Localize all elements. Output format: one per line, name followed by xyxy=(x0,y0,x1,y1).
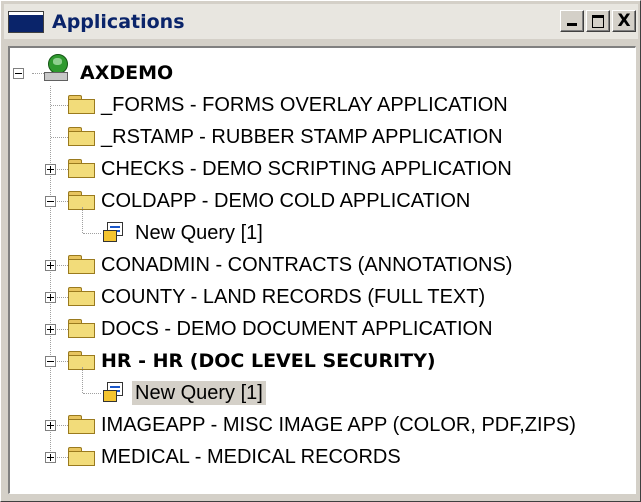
expand-toggle-medical[interactable] xyxy=(45,452,56,463)
caption-buttons: X xyxy=(558,10,636,32)
tree-connector xyxy=(51,137,68,139)
server-globe-icon xyxy=(44,54,74,82)
expand-toggle-checks[interactable] xyxy=(45,164,56,175)
tree-item-forms[interactable]: _FORMS - FORMS OVERLAY APPLICATION xyxy=(98,93,511,117)
folder-icon xyxy=(68,447,96,467)
folder-icon xyxy=(68,319,96,339)
folder-icon xyxy=(68,415,96,435)
tree-connector xyxy=(83,233,101,235)
title-bar[interactable]: Applications X xyxy=(4,4,638,39)
tree-child-new-query[interactable]: New Query [1] xyxy=(132,221,266,245)
root-collapse-toggle[interactable] xyxy=(13,68,24,79)
folder-icon xyxy=(68,127,96,147)
expand-toggle-docs[interactable] xyxy=(45,324,56,335)
tree-item-conadmin[interactable]: CONADMIN - CONTRACTS (ANNOTATIONS) xyxy=(98,253,515,277)
folder-icon xyxy=(68,159,96,179)
tree-item-rstamp[interactable]: _RSTAMP - RUBBER STAMP APPLICATION xyxy=(98,125,506,149)
expand-toggle-conadmin[interactable] xyxy=(45,260,56,271)
collapse-toggle-coldapp[interactable] xyxy=(45,196,56,207)
window-title: Applications xyxy=(52,10,185,33)
applications-tree[interactable]: AXDEMO _FORMS - FORMS OVERLAY APPLICATIO… xyxy=(8,46,636,494)
collapse-toggle-hr[interactable] xyxy=(45,356,56,367)
tree-item-medical[interactable]: MEDICAL - MEDICAL RECORDS xyxy=(98,445,404,469)
tree-item-checks[interactable]: CHECKS - DEMO SCRIPTING APPLICATION xyxy=(98,157,515,181)
tree-child-new-query[interactable]: New Query [1] xyxy=(132,381,266,405)
expand-toggle-imageapp[interactable] xyxy=(45,420,56,431)
applications-window: Applications X AXDEMO _FORMS - FORMS OVE… xyxy=(0,0,641,502)
tree-item-coldapp[interactable]: COLDAPP - DEMO COLD APPLICATION xyxy=(98,189,473,213)
folder-icon xyxy=(68,95,96,115)
close-button[interactable]: X xyxy=(612,10,636,32)
window-app-icon xyxy=(8,10,44,33)
tree-connector xyxy=(82,367,84,393)
query-icon xyxy=(103,382,125,404)
tree-item-docs[interactable]: DOCS - DEMO DOCUMENT APPLICATION xyxy=(98,317,496,341)
folder-icon xyxy=(68,287,96,307)
maximize-button[interactable] xyxy=(586,10,610,32)
tree-connector xyxy=(51,105,68,107)
tree-connector xyxy=(82,207,84,233)
tree-root-label[interactable]: AXDEMO xyxy=(77,61,176,85)
tree-connector xyxy=(83,393,101,395)
tree-item-hr[interactable]: HR - HR (DOC LEVEL SECURITY) xyxy=(98,349,439,373)
tree-item-county[interactable]: COUNTY - LAND RECORDS (FULL TEXT) xyxy=(98,285,488,309)
tree-connector xyxy=(50,86,52,457)
expand-toggle-county[interactable] xyxy=(45,292,56,303)
query-icon xyxy=(103,222,125,244)
tree-item-imageapp[interactable]: IMAGEAPP - MISC IMAGE APP (COLOR, PDF,ZI… xyxy=(98,413,579,437)
minimize-button[interactable] xyxy=(560,10,584,32)
folder-icon xyxy=(68,255,96,275)
